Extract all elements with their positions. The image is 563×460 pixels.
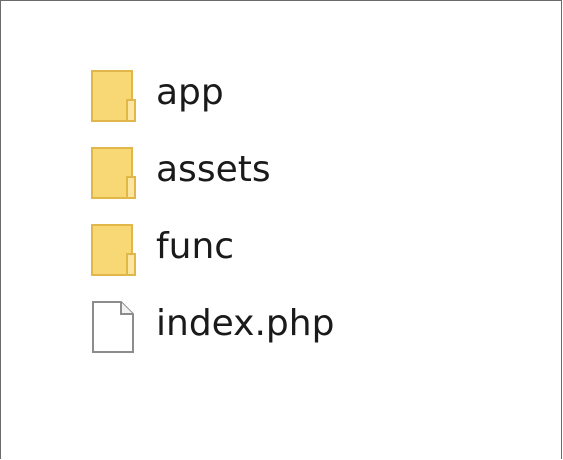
item-label: app bbox=[156, 71, 224, 113]
list-item-assets[interactable]: assets bbox=[89, 134, 334, 211]
list-item-index-php[interactable]: index.php bbox=[89, 288, 334, 365]
file-explorer-pane: app assets func index.php bbox=[0, 0, 562, 459]
list-item-app[interactable]: app bbox=[89, 57, 334, 134]
item-label: index.php bbox=[156, 302, 335, 344]
folder-icon bbox=[89, 68, 139, 124]
item-label: func bbox=[156, 225, 235, 267]
item-label: assets bbox=[156, 148, 271, 190]
folder-icon bbox=[89, 145, 139, 201]
folder-icon bbox=[89, 222, 139, 278]
file-icon bbox=[89, 299, 139, 355]
list-item-func[interactable]: func bbox=[89, 211, 334, 288]
file-list: app assets func index.php bbox=[89, 57, 334, 365]
